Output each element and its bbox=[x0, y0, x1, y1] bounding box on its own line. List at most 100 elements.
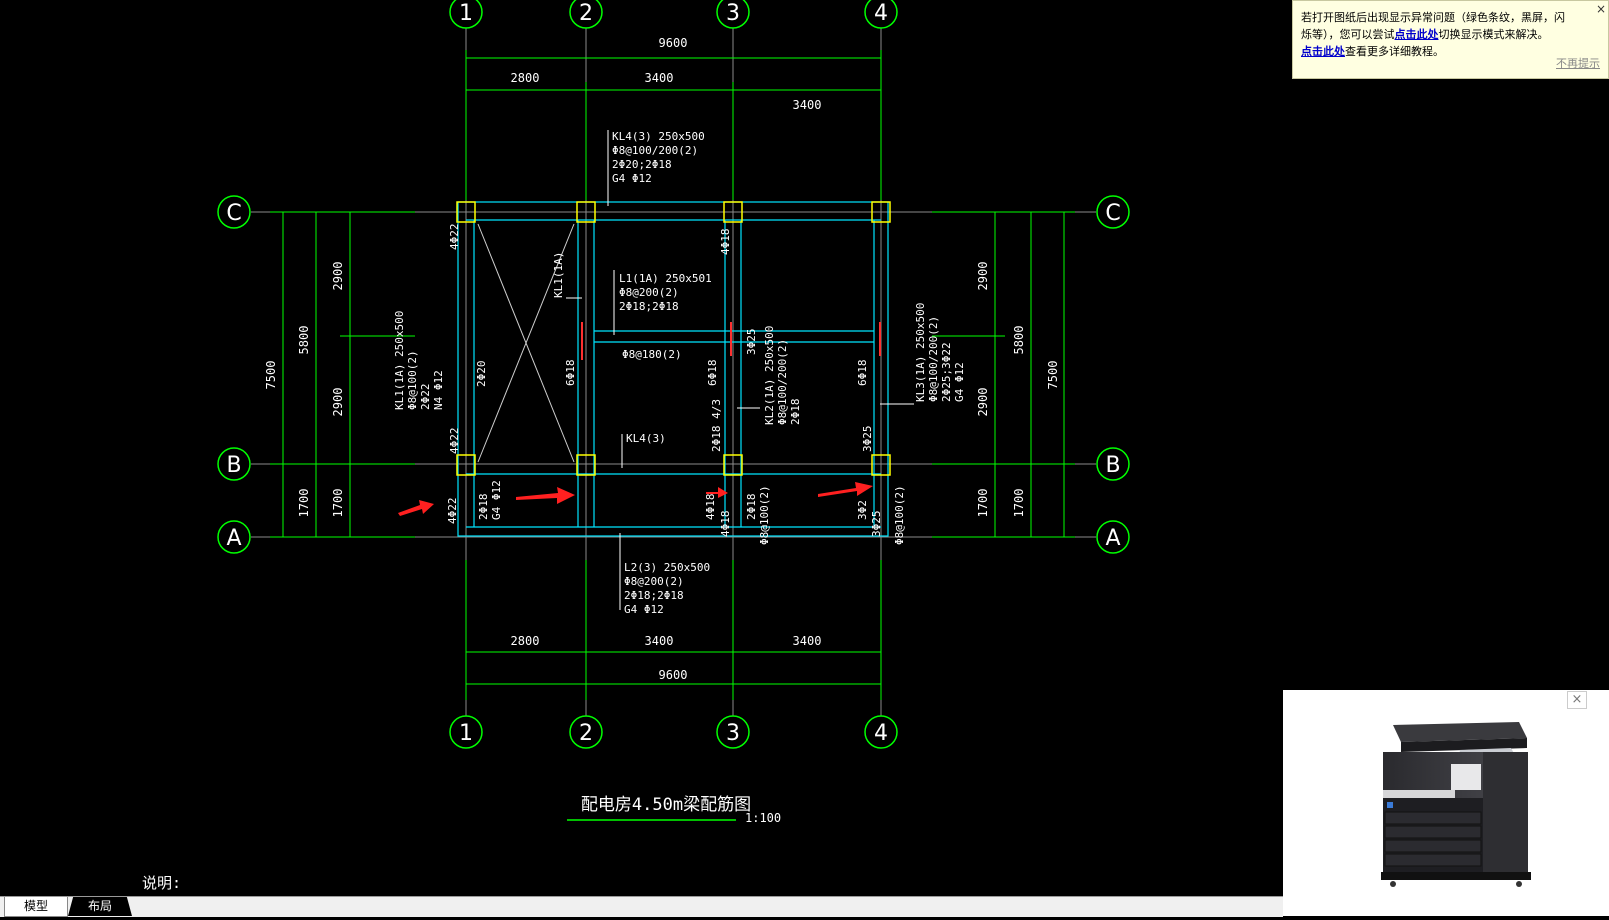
notice-line-2-pre: 烁等），您可以尝试 bbox=[1301, 28, 1395, 41]
dim-right-part-2: 2900 bbox=[976, 388, 990, 417]
kl4-mid-label: KL4(3) bbox=[626, 432, 666, 445]
l1-stirrup: Φ8@180(2) bbox=[622, 348, 682, 361]
rebar-a3-right-1: 2Φ18 bbox=[745, 494, 758, 521]
kl4-top-line-3: 2Φ20;2Φ18 bbox=[612, 158, 672, 171]
dim-bottom-total: 9600 bbox=[659, 668, 688, 682]
dim-top-span-3: 3400 bbox=[793, 98, 822, 112]
grid-label-b-left: B bbox=[226, 453, 241, 478]
rebar-a3-right-2: Φ8@100(2) bbox=[758, 485, 771, 545]
grid-label-1-top: 1 bbox=[459, 1, 473, 26]
grid-label-2-bottom: 2 bbox=[579, 721, 593, 746]
dim-right-total: 7500 bbox=[1046, 361, 1060, 390]
dim-left-part-2: 2900 bbox=[331, 388, 345, 417]
tab-model[interactable]: 模型 bbox=[4, 897, 68, 917]
grid-label-1-bottom: 1 bbox=[459, 721, 473, 746]
rebar-c1-top: 4Φ22 bbox=[448, 224, 461, 251]
columns bbox=[456, 201, 891, 476]
kl2-line-3: 2Φ18 bbox=[789, 399, 802, 426]
l1-line-3: 2Φ18;2Φ18 bbox=[619, 300, 679, 313]
grid-label-c-left: C bbox=[226, 201, 241, 226]
l2-line-1: L2(3) 250x500 bbox=[624, 561, 710, 574]
dim-right-part-3: 1700 bbox=[976, 489, 990, 518]
tab-layout[interactable]: 布局 bbox=[68, 897, 132, 916]
printer-image bbox=[1381, 722, 1531, 887]
kl1-left-line-2: Φ8@100(2) bbox=[406, 350, 419, 410]
rebar-c3-top: 4Φ18 bbox=[719, 229, 732, 256]
dim-top-span-2: 3400 bbox=[645, 71, 674, 85]
tutorial-link[interactable]: 点击此处 bbox=[1301, 45, 1345, 58]
rebar-c3-mid: 6Φ18 bbox=[706, 360, 719, 387]
notice-line-2: 烁等），您可以尝试点击此处切换显示模式来解决。 bbox=[1301, 26, 1600, 43]
grid-label-a-left: A bbox=[226, 526, 241, 551]
rebar-c1-low: 4Φ22 bbox=[448, 428, 461, 455]
l2-line-3: 2Φ18;2Φ18 bbox=[624, 589, 684, 602]
grid-label-3-top: 3 bbox=[726, 1, 740, 26]
rebar-a3-left-1: 4Φ18 bbox=[704, 494, 717, 521]
dim-bottom-span-3: 3400 bbox=[793, 634, 822, 648]
display-issue-notice: × 若打开图纸后出现显示异常问题（绿色条纹，黑屏，闪 烁等），您可以尝试点击此处… bbox=[1292, 0, 1609, 79]
grid-label-3-bottom: 3 bbox=[726, 721, 740, 746]
grid-label-c-right: C bbox=[1105, 201, 1120, 226]
switch-display-mode-link[interactable]: 点击此处 bbox=[1395, 28, 1439, 41]
ad-close-button[interactable]: × bbox=[1567, 691, 1587, 709]
kl3-line-4: G4 Φ12 bbox=[953, 362, 966, 402]
notice-line-2-post: 切换显示模式来解决。 bbox=[1438, 28, 1549, 41]
rebar-a4-3: Φ8@100(2) bbox=[893, 485, 906, 545]
l2-line-2: Φ8@200(2) bbox=[624, 575, 684, 588]
kl3-line-2: Φ8@100/200(2) bbox=[927, 316, 940, 402]
axis-bubbles bbox=[217, 0, 1130, 749]
rebar-a1-span-2: G4 Φ12 bbox=[490, 480, 503, 520]
ad-panel[interactable]: × bbox=[1283, 690, 1609, 916]
grid-label-4-bottom: 4 bbox=[874, 721, 888, 746]
grid-label-a-right: A bbox=[1105, 526, 1120, 551]
dim-left-part-1: 2900 bbox=[331, 262, 345, 291]
kl3-line-3: 2Φ25;3Φ22 bbox=[940, 342, 953, 402]
grid-label-2-top: 2 bbox=[579, 1, 593, 26]
rebar-a4-1: 3Φ2 bbox=[856, 500, 869, 520]
drawing-note: 说明: bbox=[142, 874, 181, 892]
layout-tab-bar: 模型 布局 bbox=[0, 896, 1283, 917]
l1-line-1: L1(1A) 250x501 bbox=[619, 272, 712, 285]
dim-left-part-3: 1700 bbox=[331, 489, 345, 518]
rebar-c3-right: 3Φ25 bbox=[745, 329, 758, 356]
notice-line-1: 若打开图纸后出现显示异常问题（绿色条纹，黑屏，闪 bbox=[1301, 11, 1565, 24]
notice-line-3-post: 查看更多详细教程。 bbox=[1345, 45, 1444, 58]
kl4-top-line-2: Φ8@100/200(2) bbox=[612, 144, 698, 157]
rebar-c4-low: 3Φ25 bbox=[861, 426, 874, 453]
dim-left-sub: 5800 bbox=[297, 326, 311, 355]
l1-line-2: Φ8@200(2) bbox=[619, 286, 679, 299]
kl1-left-line-4: N4 Φ12 bbox=[432, 370, 445, 410]
notice-close-button[interactable]: × bbox=[1596, 1, 1606, 18]
rebar-left-span: 2Φ20 bbox=[475, 361, 488, 388]
rebar-a1-left: 4Φ22 bbox=[446, 498, 459, 525]
dim-right-a: 1700 bbox=[1012, 489, 1026, 518]
dim-right-part-1: 2900 bbox=[976, 262, 990, 291]
kl1-left-line-3: 2Φ22 bbox=[419, 384, 432, 411]
kl2-line-1: KL2(1A) 250x500 bbox=[763, 326, 776, 425]
drawing-scale: 1:100 bbox=[745, 811, 781, 825]
rebar-c3-low: 2Φ18 4/3 bbox=[710, 399, 723, 452]
grid-label-4-top: 4 bbox=[874, 1, 888, 26]
dim-bottom-span-2: 3400 bbox=[645, 634, 674, 648]
l2-line-4: G4 Φ12 bbox=[624, 603, 664, 616]
red-arrows bbox=[398, 482, 873, 516]
rebar-a1-span-1: 2Φ18 bbox=[477, 494, 490, 521]
beam-outlines bbox=[457, 201, 889, 537]
rebar-c4-mid: 6Φ18 bbox=[856, 360, 869, 387]
grid-label-b-right: B bbox=[1105, 453, 1120, 478]
kl1-col2-label: KL1(1A) bbox=[552, 252, 565, 298]
dim-top-total: 9600 bbox=[659, 36, 688, 50]
drawing-title: 配电房4.50m梁配筋图 bbox=[581, 795, 751, 815]
rebar-c2-mid: 6Φ18 bbox=[564, 360, 577, 387]
kl2-line-2: Φ8@100/200(2) bbox=[776, 339, 789, 425]
kl4-top-line-4: G4 Φ12 bbox=[612, 172, 652, 185]
dim-right-sub: 5800 bbox=[1012, 326, 1026, 355]
kl4-top-line-1: KL4(3) 250x500 bbox=[612, 130, 705, 143]
kl3-line-1: KL3(1A) 250x500 bbox=[914, 303, 927, 402]
dont-show-again-link[interactable]: 不再提示 bbox=[1556, 55, 1600, 72]
dim-left-total: 7500 bbox=[264, 361, 278, 390]
dim-top-span-1: 2800 bbox=[511, 71, 540, 85]
rebar-a3-left-2: 4Φ18 bbox=[719, 511, 732, 538]
kl1-left-line-1: KL1(1A) 250x500 bbox=[393, 311, 406, 410]
dim-left-a: 1700 bbox=[297, 489, 311, 518]
